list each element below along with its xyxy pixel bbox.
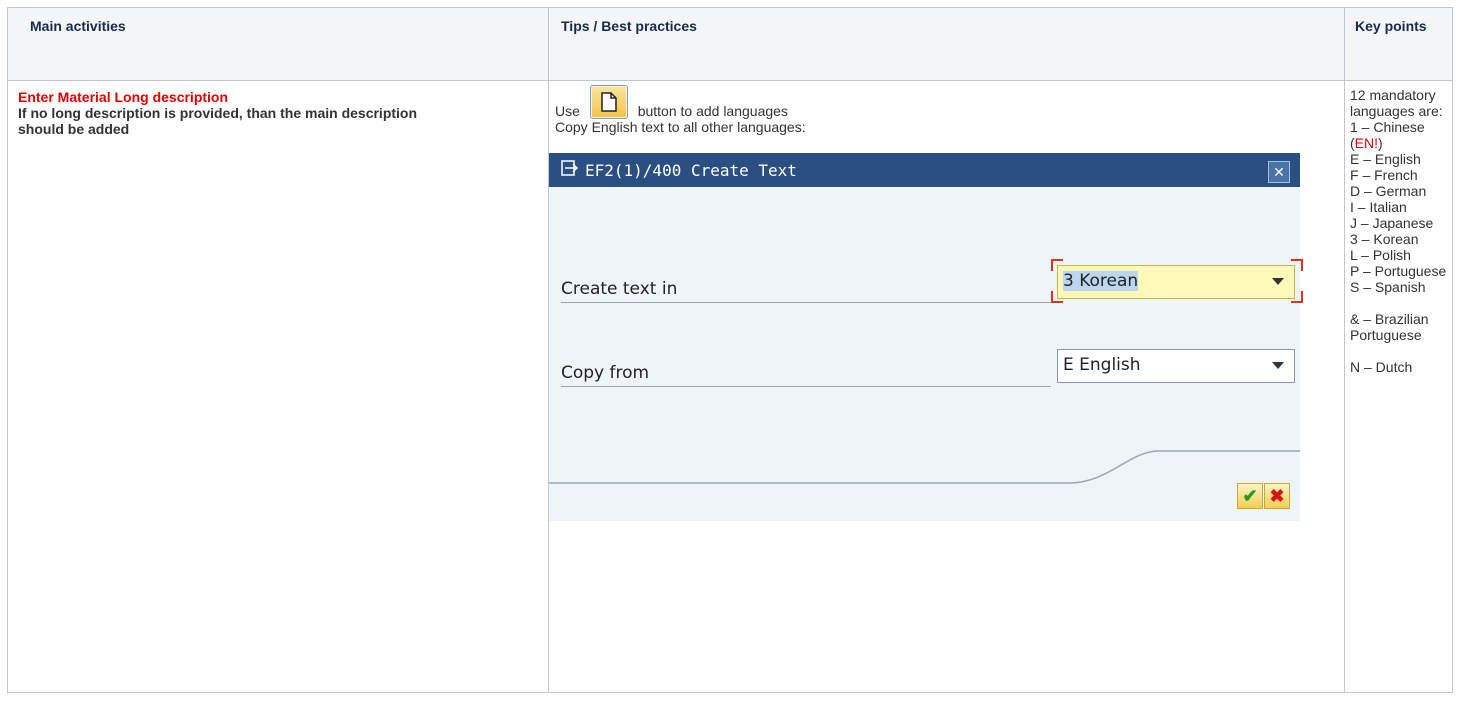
key-point-brazilian: & – Brazilian Portuguese (1350, 311, 1429, 343)
key-point-item: D – German (1350, 183, 1427, 199)
new-document-icon-shape (601, 92, 617, 112)
footer-curve (549, 450, 1300, 484)
key-points-cell: 12 mandatory languages are: 1 – Chinese … (1344, 80, 1453, 693)
table-row: Enter Material Long description If no lo… (7, 80, 1453, 693)
best-practices-table: Main activities Tips / Best practices Ke… (7, 7, 1453, 693)
copy-from-dropdown[interactable]: E English (1057, 349, 1295, 383)
tip-use-prefix: Use (555, 103, 580, 119)
key-point-item: 3 – Korean (1350, 231, 1419, 247)
create-text-in-dropdown[interactable]: 3 Korean (1057, 265, 1295, 299)
tips-cell: Use button to add languages Copy English… (548, 80, 1345, 693)
key-points-intro: 12 mandatory languages are: (1350, 87, 1443, 119)
create-text-in-value: 3 Korean (1063, 271, 1139, 291)
key-point-item: E – English (1350, 151, 1421, 167)
focus-corner-icon (1051, 291, 1063, 303)
new-document-icon (589, 85, 628, 119)
dialog-titlebar: EF2(1)/400 Create Text (549, 153, 1300, 187)
dialog-title-icon (561, 160, 579, 180)
create-text-dialog: EF2(1)/400 Create Text ✕ Create text in … (549, 153, 1303, 521)
create-text-in-label: Create text in (561, 279, 1051, 303)
main-activities-cell: Enter Material Long description If no lo… (7, 80, 549, 693)
copy-from-value: E English (1063, 355, 1141, 375)
key-point-item: F – French (1350, 167, 1418, 183)
chinese-suffix: ) (1378, 135, 1383, 151)
focus-corner-icon (1291, 259, 1303, 271)
cancel-x-icon[interactable]: ✖ (1264, 483, 1290, 509)
dropdown-arrow-icon (1272, 362, 1284, 369)
activity-note: If no long description is provided, than… (18, 105, 418, 137)
key-point-item: P – Portuguese (1350, 263, 1447, 279)
tip-use-line: Use button to add languages (555, 85, 1334, 119)
close-icon[interactable]: ✕ (1268, 161, 1290, 183)
tip-use-suffix: button to add languages (637, 103, 788, 119)
dropdown-arrow-icon (1272, 278, 1284, 285)
key-point-dutch: N – Dutch (1350, 359, 1413, 375)
checkmark-icon[interactable]: ✔ (1237, 483, 1263, 509)
key-point-chinese: 1 – Chinese (EN!) (1350, 119, 1450, 151)
focus-corner-icon (1291, 291, 1303, 303)
key-point-item: L – Polish (1350, 247, 1411, 263)
dialog-footer: ✔ ✖ (549, 441, 1300, 521)
activity-title: Enter Material Long description (18, 89, 229, 105)
chinese-red-note: EN! (1354, 135, 1379, 151)
focus-corner-icon (1051, 259, 1063, 271)
key-point-item: I – Italian (1350, 199, 1407, 215)
dialog-title: EF2(1)/400 Create Text (585, 160, 797, 180)
header-main-activities: Main activities (7, 7, 549, 81)
table-header-row: Main activities Tips / Best practices Ke… (7, 7, 1453, 81)
header-tips: Tips / Best practices (548, 7, 1345, 81)
key-point-item: S – Spanish (1350, 279, 1426, 295)
header-key-points: Key points (1344, 7, 1453, 81)
key-point-item: J – Japanese (1350, 215, 1434, 231)
tip-copy-line: Copy English text to all other languages… (555, 119, 806, 135)
copy-from-label: Copy from (561, 363, 1051, 387)
